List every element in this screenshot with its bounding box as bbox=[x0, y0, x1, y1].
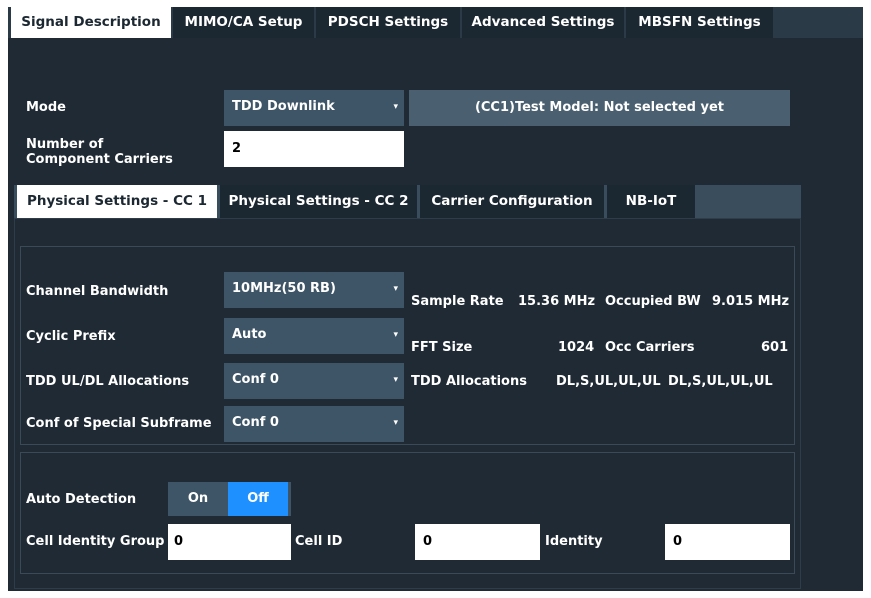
chevron-down-icon: ▾ bbox=[393, 102, 398, 112]
tdd-ul-dl-allocations-dropdown[interactable]: Conf 0 ▾ bbox=[224, 363, 404, 399]
tdd-ul-dl-allocations-label: TDD UL/DL Allocations bbox=[26, 374, 190, 389]
dialog-frame: Signal Description MIMO/CA Setup PDSCH S… bbox=[8, 7, 863, 591]
channel-bandwidth-label: Channel Bandwidth bbox=[26, 284, 169, 299]
chevron-down-icon: ▾ bbox=[393, 284, 398, 294]
fft-size-value: 1024 bbox=[558, 340, 595, 355]
mode-dropdown[interactable]: TDD Downlink ▾ bbox=[224, 90, 404, 126]
tab-pdsch-settings[interactable]: PDSCH Settings bbox=[316, 7, 460, 38]
tab-nb-iot[interactable]: NB-IoT bbox=[607, 185, 695, 218]
tab-mbsfn-settings[interactable]: MBSFN Settings bbox=[626, 7, 773, 38]
cell-id-field[interactable]: 0 bbox=[415, 524, 540, 560]
tab-advanced-settings[interactable]: Advanced Settings bbox=[462, 7, 624, 38]
auto-detection-off[interactable]: Off bbox=[228, 482, 288, 516]
special-subframe-label: Conf of Special Subframe bbox=[26, 416, 212, 431]
tdd-allocations-label: TDD Allocations bbox=[411, 374, 527, 389]
tab-physical-settings-cc2[interactable]: Physical Settings - CC 2 bbox=[220, 185, 417, 218]
identity-label: Identity bbox=[545, 534, 603, 549]
sample-rate-value: 15.36 MHz bbox=[518, 294, 596, 309]
special-subframe-value: Conf 0 bbox=[232, 415, 279, 430]
tdd-ul-dl-allocations-value: Conf 0 bbox=[232, 372, 279, 387]
chevron-down-icon: ▾ bbox=[393, 375, 398, 385]
cell-id-label: Cell ID bbox=[295, 534, 343, 549]
tdd-allocations-value-1: DL,S,UL,UL,UL bbox=[556, 374, 661, 389]
cell-identity-group-label: Cell Identity Group bbox=[26, 534, 165, 549]
cyclic-prefix-label: Cyclic Prefix bbox=[26, 329, 116, 344]
mode-label: Mode bbox=[26, 100, 66, 115]
tdd-allocations-value-2: DL,S,UL,UL,UL bbox=[668, 374, 773, 389]
component-carriers-label: Number of Component Carriers bbox=[26, 137, 173, 167]
component-carriers-field[interactable]: 2 bbox=[224, 131, 404, 167]
physical-tab-bar: Physical Settings - CC 1 Physical Settin… bbox=[14, 185, 801, 218]
cell-identity-group-field[interactable]: 0 bbox=[168, 524, 291, 560]
mode-value: TDD Downlink bbox=[232, 99, 335, 114]
fft-size-label: FFT Size bbox=[411, 340, 473, 355]
channel-bandwidth-dropdown[interactable]: 10MHz(50 RB) ▾ bbox=[224, 272, 404, 308]
occ-carriers-label: Occ Carriers bbox=[605, 340, 695, 355]
occupied-bw-label: Occupied BW bbox=[605, 294, 701, 309]
identity-field[interactable]: 0 bbox=[665, 524, 790, 560]
cyclic-prefix-dropdown[interactable]: Auto ▾ bbox=[224, 318, 404, 354]
tab-signal-description[interactable]: Signal Description bbox=[11, 7, 171, 38]
cyclic-prefix-value: Auto bbox=[232, 327, 267, 342]
tab-mimo-ca-setup[interactable]: MIMO/CA Setup bbox=[173, 7, 314, 38]
auto-detection-label: Auto Detection bbox=[26, 492, 137, 507]
channel-bandwidth-value: 10MHz(50 RB) bbox=[232, 281, 336, 296]
sample-rate-label: Sample Rate bbox=[411, 294, 504, 309]
occupied-bw-value: 9.015 MHz bbox=[712, 294, 790, 309]
occ-carriers-value: 601 bbox=[761, 340, 789, 355]
tab-carrier-configuration[interactable]: Carrier Configuration bbox=[420, 185, 604, 218]
main-tab-bar: Signal Description MIMO/CA Setup PDSCH S… bbox=[8, 7, 863, 38]
tab-physical-settings-cc1[interactable]: Physical Settings - CC 1 bbox=[17, 185, 217, 218]
chevron-down-icon: ▾ bbox=[393, 330, 398, 340]
special-subframe-dropdown[interactable]: Conf 0 ▾ bbox=[224, 406, 404, 442]
test-model-info[interactable]: (CC1)Test Model: Not selected yet bbox=[409, 90, 790, 126]
auto-detection-toggle[interactable]: On Off bbox=[168, 482, 291, 516]
auto-detection-on[interactable]: On bbox=[168, 482, 228, 516]
chevron-down-icon: ▾ bbox=[393, 418, 398, 428]
